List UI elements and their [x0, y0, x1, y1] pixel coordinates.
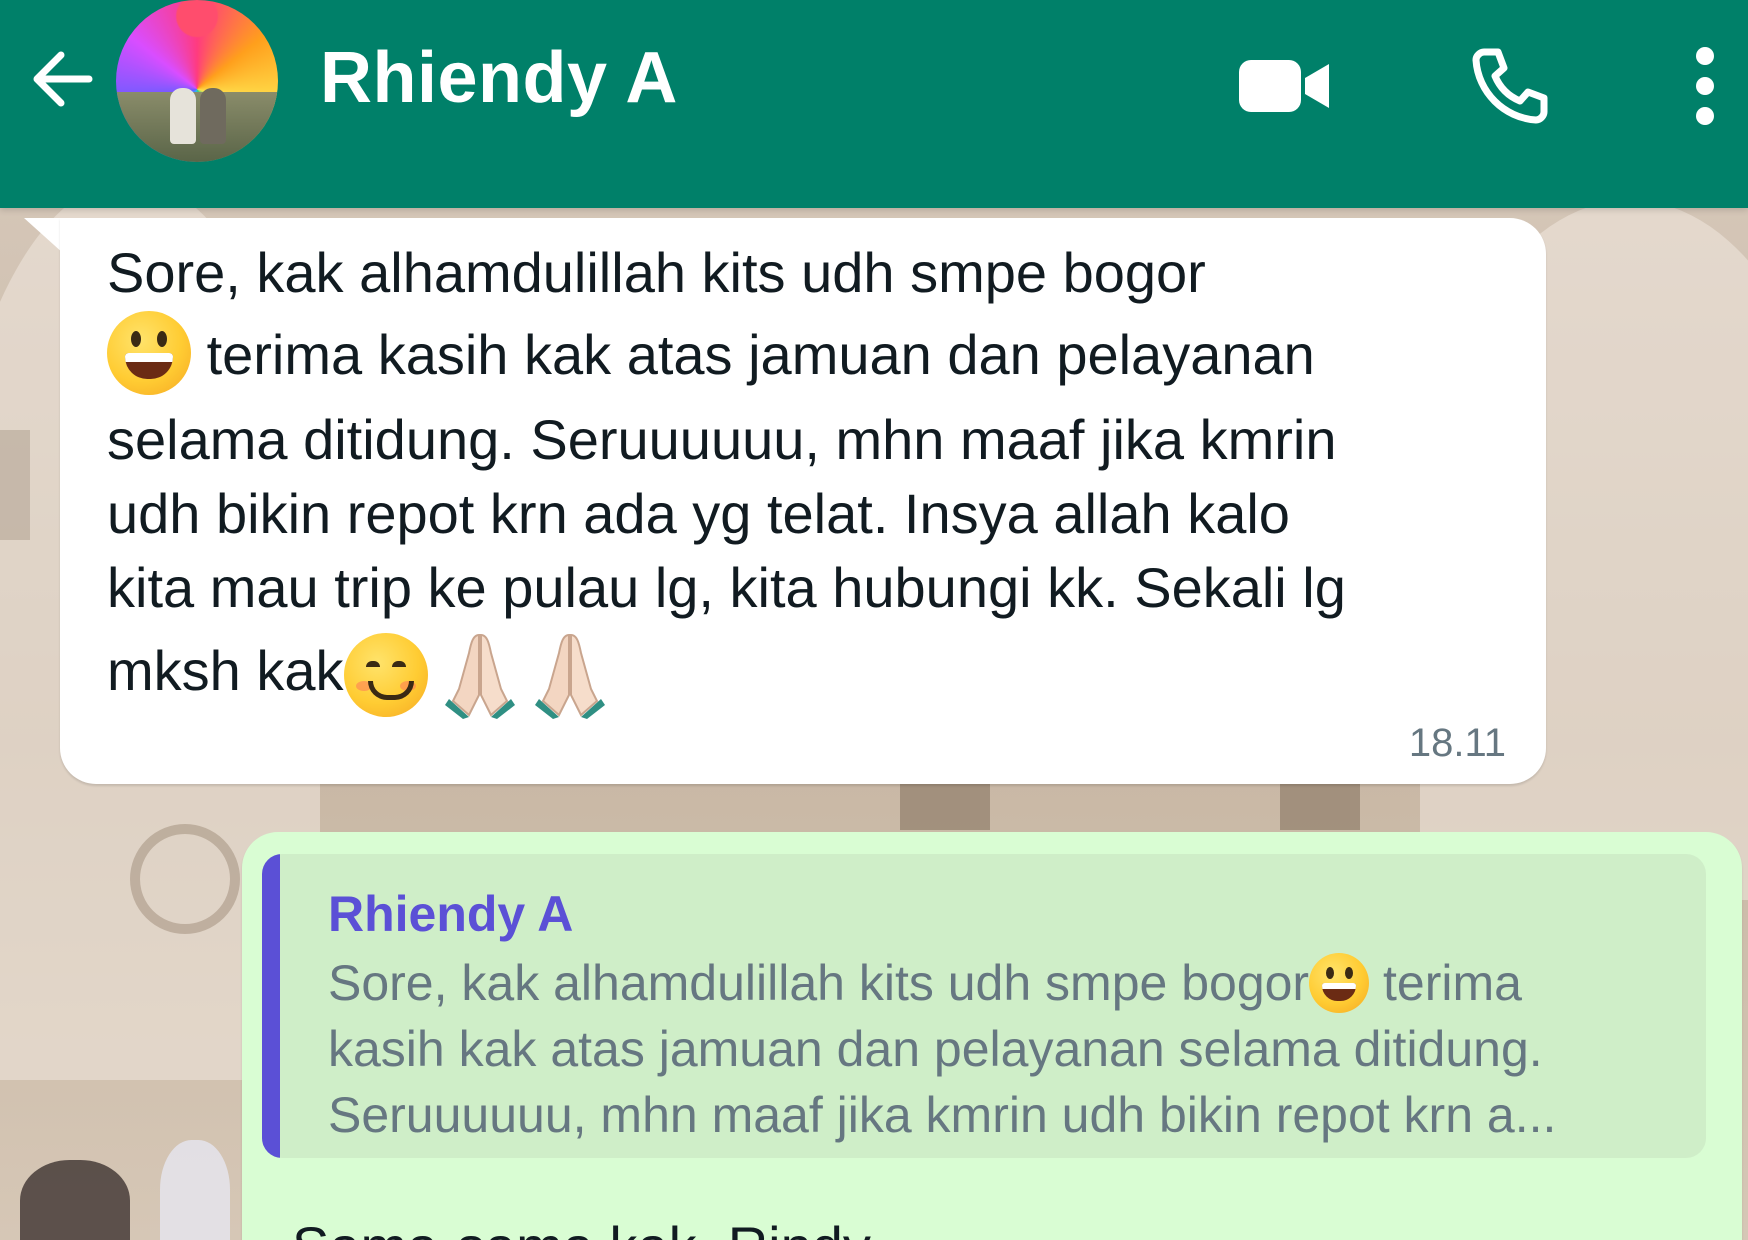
contact-avatar[interactable] [116, 0, 278, 162]
outgoing-message-bubble[interactable]: Rhiendy A Sore, kak alhamdulillah kits u… [242, 832, 1742, 1240]
message-line: mksh kak [107, 639, 344, 702]
back-button[interactable] [18, 36, 104, 122]
grinning-face-icon [1309, 952, 1370, 1013]
more-options-button[interactable] [1680, 36, 1730, 136]
wallpaper-figure [20, 1160, 130, 1240]
chat-header: Rhiendy A [0, 0, 1748, 208]
quote-line-with-emoji: Sore, kak alhamdulillah kits udh smpe bo… [328, 950, 1688, 1016]
smiling-face-icon [343, 633, 428, 718]
chat-screen: Rhiendy A Sore, kak alhamdulillah kits u… [0, 0, 1748, 1240]
quoted-message[interactable]: Rhiendy A Sore, kak alhamdulillah kits u… [262, 854, 1706, 1158]
message-line: Sore, kak alhamdulillah kits udh smpe bo… [107, 241, 1206, 304]
incoming-message-text: Sore, kak alhamdulillah kits udh smpe bo… [107, 236, 1527, 720]
message-line-with-emoji: mksh kak [107, 631, 1527, 720]
message-line: kita mau trip ke pulau lg, kita hubungi … [107, 556, 1346, 620]
incoming-message-bubble[interactable]: Sore, kak alhamdulillah kits udh smpe bo… [60, 218, 1546, 784]
quote-line: Seruuuuuu, mhn maaf jika kmrin udh bikin… [328, 1087, 1557, 1143]
contact-name[interactable]: Rhiendy A [320, 28, 678, 128]
videocam-icon [1239, 60, 1329, 112]
video-call-button[interactable] [1230, 36, 1340, 136]
phone-icon [1472, 48, 1548, 124]
incoming-bubble-tail [24, 218, 64, 254]
message-line-with-emoji: terima kasih kak atas jamuan dan pelayan… [107, 311, 1527, 396]
wallpaper-beam [900, 780, 990, 830]
more-vert-icon [1696, 47, 1714, 125]
quote-accent-bar [262, 854, 280, 1158]
outgoing-message-text: Sama-sama kak, Rindy [292, 1210, 871, 1240]
message-line: selama ditidung. Seruuuuuu, mhn maaf jik… [107, 408, 1337, 472]
message-line: udh bikin repot krn ada yg telat. Insya … [107, 482, 1290, 546]
arrow-left-icon [33, 51, 93, 107]
wallpaper-figure [160, 1140, 230, 1240]
quote-author: Rhiendy A [328, 886, 574, 942]
message-line: terima kasih kak atas jamuan dan pelayan… [206, 323, 1315, 386]
quote-line: kasih kak atas jamuan dan pelayanan sela… [328, 1021, 1543, 1077]
quote-text: Sore, kak alhamdulillah kits udh smpe bo… [328, 950, 1688, 1148]
wallpaper-beam [1280, 780, 1360, 830]
grinning-face-icon [107, 311, 191, 396]
avatar-ground [116, 92, 278, 162]
avatar-person [170, 88, 196, 144]
quote-line: Sore, kak alhamdulillah kits udh smpe bo… [328, 955, 1310, 1011]
voice-call-button[interactable] [1460, 36, 1560, 136]
folded-hands-icon [534, 634, 605, 720]
avatar-person [200, 88, 226, 144]
quote-line: terima [1383, 955, 1522, 1011]
wallpaper-pillar [0, 430, 30, 540]
message-timestamp: 18.11 [1408, 721, 1506, 765]
folded-hands-icon [445, 634, 516, 720]
wallpaper-fan [130, 824, 240, 934]
